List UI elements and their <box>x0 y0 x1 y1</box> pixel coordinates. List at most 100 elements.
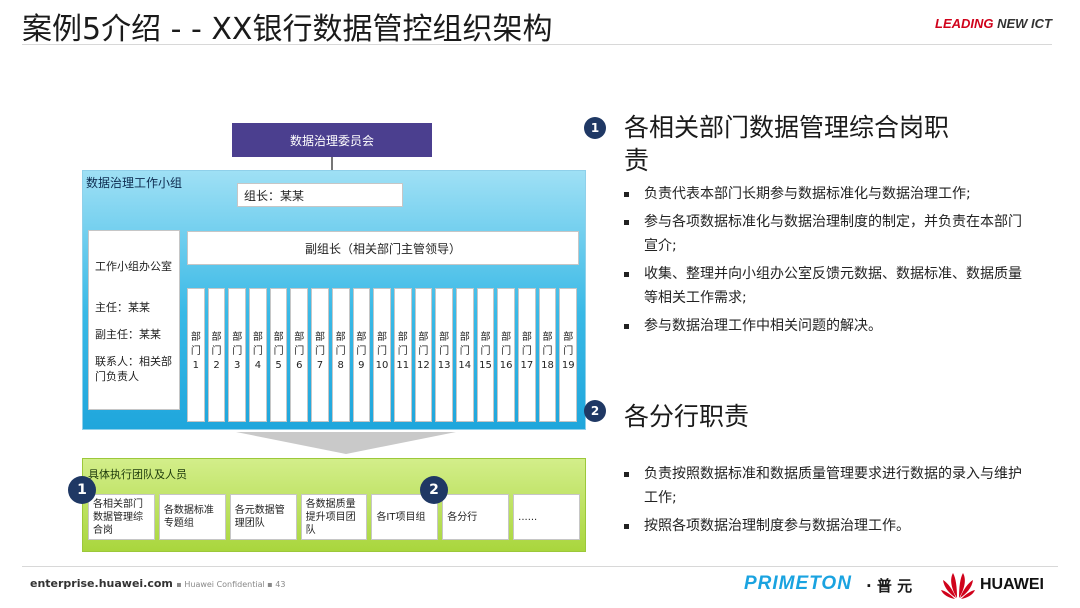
department-label-char: 门 <box>232 346 243 357</box>
department-label-char: 门 <box>418 346 429 357</box>
department-label-char: 部 <box>439 332 450 343</box>
department-label-char: 门 <box>211 346 222 357</box>
down-arrow-icon <box>236 432 456 454</box>
department-number: 15 <box>479 360 492 371</box>
department-box: 部门 7 <box>311 288 329 422</box>
department-label-char: 门 <box>439 346 450 357</box>
department-label-char: 部 <box>273 332 284 343</box>
huawei-wordmark: HUAWEI <box>980 576 1044 593</box>
department-number: 1 <box>192 360 200 371</box>
department-label-char: 部 <box>542 332 553 343</box>
office-box: 工作小组办公室 主任：某某 副主任：某某 联系人：相关部门负责人 <box>88 230 180 410</box>
department-label-char: 门 <box>459 346 470 357</box>
bullet-item: 负责按照数据标准和数据质量管理要求进行数据的录入与维护工作; <box>622 462 1022 510</box>
department-label-char: 部 <box>521 332 532 343</box>
leading-new-ict-logo: LEADING NEW ICT <box>935 16 1052 31</box>
department-number: 6 <box>296 360 303 371</box>
department-label-char: 部 <box>294 332 305 343</box>
team-box: 各元数据管理团队 <box>229 494 297 540</box>
department-label-char: 门 <box>273 346 284 357</box>
primeton-logo: PRIMETON <box>744 573 852 594</box>
department-box: 部门 12 <box>414 288 433 422</box>
team-box: 各分行 <box>442 494 510 540</box>
department-box: 部门 2 <box>207 288 226 422</box>
department-label-char: 门 <box>377 346 388 357</box>
department-number: 16 <box>499 360 513 371</box>
department-box: 部门 14 <box>455 288 474 422</box>
team-list: 各相关部门数据管理综合岗 各数据标准专题组 各元数据管理团队 各数据质量提升项目团队 各… <box>88 494 581 540</box>
department-label-char: 门 <box>563 346 574 357</box>
department-label-char: 门 <box>501 346 512 357</box>
section-1-title: 各相关部门数据管理综合岗职责 <box>624 113 950 175</box>
department-number: 13 <box>437 360 451 371</box>
footer-divider <box>22 566 1058 567</box>
department-label-char: 部 <box>232 332 243 343</box>
department-label-char: 部 <box>335 332 346 343</box>
bullet-item: 参与各项数据标准化与数据治理制度的制定，并负责在本部门宣介; <box>622 210 1022 258</box>
execution-team-label: 具体执行团队及人员 <box>88 468 187 481</box>
department-box: 部门 9 <box>352 288 371 422</box>
brand-leading: LEADING <box>935 16 994 31</box>
department-box: 部门 11 <box>393 288 412 422</box>
section-2-title: 各分行职责 <box>624 402 750 431</box>
department-label-char: 部 <box>459 332 470 343</box>
department-label-char: 门 <box>356 346 367 357</box>
puyuan-text: · 普 元 <box>866 577 913 595</box>
committee-box: 数据治理委员会 <box>232 123 432 157</box>
department-label-char: 部 <box>397 332 408 343</box>
department-box: 部门 4 <box>249 288 267 422</box>
footer-confidential: ▪ Huawei Confidential ▪ 43 <box>176 580 286 589</box>
footer-text: enterprise.huawei.com ▪ Huawei Confident… <box>30 577 285 590</box>
department-label-char: 门 <box>252 346 263 357</box>
department-number: 9 <box>358 360 365 371</box>
team-box: 各数据质量提升项目团队 <box>300 494 368 540</box>
department-label-char: 部 <box>501 332 512 343</box>
department-number: 8 <box>337 360 344 371</box>
department-number: 14 <box>458 360 472 371</box>
badge-2: 2 <box>420 476 448 504</box>
department-box: 部门 13 <box>435 288 453 422</box>
department-label-char: 部 <box>211 332 222 343</box>
department-box: 部门 6 <box>290 288 309 422</box>
department-label-char: 门 <box>314 346 325 357</box>
bullet-item: 收集、整理并向小组办公室反馈元数据、数据标准、数据质量等相关工作需求; <box>622 262 1022 310</box>
bullet-item: 按照各项数据治理制度参与数据治理工作。 <box>622 514 1022 538</box>
working-group-label: 数据治理工作小组 <box>86 176 183 190</box>
department-box: 部门 8 <box>331 288 350 422</box>
department-label-char: 门 <box>480 346 491 357</box>
section-2-bullets: 负责按照数据标准和数据质量管理要求进行数据的录入与维护工作; 按照各项数据治理制度… <box>622 462 1022 542</box>
department-label-char: 部 <box>377 332 388 343</box>
team-box: 各相关部门数据管理综合岗 <box>88 494 155 540</box>
department-label-char: 部 <box>356 332 367 343</box>
leader-box: 组长：某某 <box>237 183 403 207</box>
department-number: 5 <box>275 360 282 371</box>
bullet-item: 参与数据治理工作中相关问题的解决。 <box>622 314 1022 338</box>
department-box: 部门 10 <box>373 288 391 422</box>
department-number: 18 <box>541 360 554 371</box>
team-box: ...... <box>513 494 581 540</box>
department-label-char: 部 <box>480 332 491 343</box>
department-box: 部门 16 <box>497 288 515 422</box>
department-label-char: 部 <box>190 332 201 343</box>
department-box: 部门 18 <box>538 288 557 422</box>
department-label-char: 部 <box>563 332 574 343</box>
department-box: 部门 19 <box>559 288 578 422</box>
department-box: 部门 1 <box>187 288 205 422</box>
department-list: 部门 1 部门 2 部门 3 部门 4 部门 5 部门 6 部门 7 部门 8 部门 9 部门 10 部门 11 部门 12 部… <box>187 288 578 422</box>
department-number: 11 <box>396 360 410 371</box>
department-label-char: 门 <box>521 346 532 357</box>
department-box: 部门 15 <box>476 288 495 422</box>
office-deputy-director: 副主任：某某 <box>95 328 161 341</box>
department-label-char: 部 <box>252 332 263 343</box>
department-box: 部门 5 <box>269 288 288 422</box>
department-number: 4 <box>254 360 262 371</box>
department-label-char: 门 <box>397 346 408 357</box>
department-label-char: 门 <box>190 346 201 357</box>
team-box: 各数据标准专题组 <box>158 494 226 540</box>
footer-site: enterprise.huawei.com <box>30 577 173 590</box>
deputy-leader-box: 副组长（相关部门主管领导） <box>187 231 579 265</box>
department-number: 19 <box>561 360 575 371</box>
department-number: 10 <box>375 360 389 371</box>
department-label-char: 部 <box>314 332 325 343</box>
department-label-char: 部 <box>418 332 429 343</box>
